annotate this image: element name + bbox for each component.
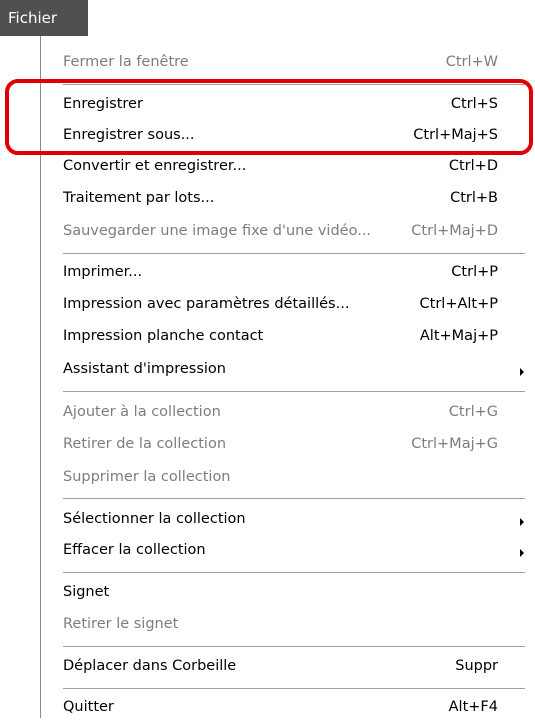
menu-item-shortcut: Ctrl+G (448, 404, 498, 420)
menu-item-label: Assistant d'impression (63, 361, 226, 377)
menu-item-shortcut: Ctrl+Maj+G (411, 436, 498, 452)
menu-separator (63, 688, 525, 689)
menu-item-shortcut: Ctrl+D (448, 158, 498, 174)
menu-item-selectionner-la-collection[interactable]: Sélectionner la collection (41, 505, 534, 536)
menu-item-label: Quitter (63, 699, 114, 715)
menu-item-label: Sauvegarder une image fixe d'une vidéo..… (63, 223, 372, 239)
menu-item-retirer-le-signet[interactable]: Retirer le signet (41, 610, 534, 641)
menu-item-traitement-par-lots[interactable]: Traitement par lots... Ctrl+B (41, 184, 534, 215)
menu-item-label: Ajouter à la collection (63, 404, 221, 420)
menu-separator (63, 572, 525, 573)
menu-item-label: Effacer la collection (63, 542, 206, 558)
menu-item-shortcut: Suppr (455, 658, 498, 674)
menu-item-quitter[interactable]: Quitter Alt+F4 (41, 693, 534, 724)
submenu-arrow-icon (520, 518, 524, 526)
menu-item-shortcut: Ctrl+W (445, 54, 498, 70)
menu-separator (63, 646, 525, 647)
menu-item-shortcut: Alt+F4 (448, 699, 498, 715)
menu-item-label: Supprimer la collection (63, 469, 231, 485)
menu-item-enregistrer[interactable]: Enregistrer Ctrl+S (41, 90, 534, 121)
menu-item-imprimer[interactable]: Imprimer... Ctrl+P (41, 258, 534, 289)
menu-item-label: Signet (63, 584, 110, 600)
menu-item-ajouter-a-la-collection[interactable]: Ajouter à la collection Ctrl+G (41, 398, 534, 429)
menu-item-deplacer-dans-corbeille[interactable]: Déplacer dans Corbeille Suppr (41, 652, 534, 683)
submenu-arrow-icon (520, 368, 524, 376)
menu-item-retirer-de-la-collection[interactable]: Retirer de la collection Ctrl+Maj+G (41, 430, 534, 461)
menu-item-label: Traitement par lots... (63, 190, 215, 206)
menu-item-assistant-impression[interactable]: Assistant d'impression (41, 355, 534, 386)
menu-item-effacer-la-collection[interactable]: Effacer la collection (41, 536, 534, 567)
menu-item-sauvegarder-image-fixe[interactable]: Sauvegarder une image fixe d'une vidéo..… (41, 217, 534, 248)
menu-item-impression-planche-contact[interactable]: Impression planche contact Alt+Maj+P (41, 322, 534, 353)
menu-item-shortcut: Ctrl+S (450, 96, 498, 112)
menu-separator (63, 498, 525, 499)
menu-item-shortcut: Ctrl+Alt+P (419, 296, 498, 312)
menu-item-label: Convertir et enregistrer... (63, 158, 247, 174)
menu-item-label: Impression planche contact (63, 328, 264, 344)
menu-item-enregistrer-sous[interactable]: Enregistrer sous... Ctrl+Maj+S (41, 121, 534, 152)
menu-item-shortcut: Ctrl+Maj+S (413, 127, 498, 143)
menu-separator (63, 84, 525, 85)
menu-item-impression-parametres-detailles[interactable]: Impression avec paramètres détaillés... … (41, 290, 534, 321)
menu-item-label: Enregistrer sous... (63, 127, 195, 143)
fichier-dropdown-menu: Fermer la fenêtre Ctrl+W Enregistrer Ctr… (40, 36, 535, 718)
menu-separator (63, 253, 525, 254)
menu-item-shortcut: Ctrl+P (451, 264, 498, 280)
menu-item-signet[interactable]: Signet (41, 578, 534, 609)
menu-item-shortcut: Ctrl+B (450, 190, 498, 206)
menu-item-convertir-et-enregistrer[interactable]: Convertir et enregistrer... Ctrl+D (41, 152, 534, 183)
menu-item-label: Sélectionner la collection (63, 511, 246, 527)
menu-item-fermer-la-fenetre[interactable]: Fermer la fenêtre Ctrl+W (41, 48, 534, 79)
menu-item-label: Fermer la fenêtre (63, 54, 189, 70)
menu-item-shortcut: Ctrl+Maj+D (411, 223, 498, 239)
menu-item-label: Imprimer... (63, 264, 143, 280)
menu-item-shortcut: Alt+Maj+P (419, 328, 498, 344)
menu-item-label: Impression avec paramètres détaillés... (63, 296, 350, 312)
menu-fichier-tab[interactable]: Fichier (0, 0, 88, 36)
menu-fichier-label: Fichier (8, 9, 58, 27)
menu-separator (63, 391, 525, 392)
menu-item-label: Retirer de la collection (63, 436, 227, 452)
menu-item-label: Déplacer dans Corbeille (63, 658, 237, 674)
menu-item-supprimer-la-collection[interactable]: Supprimer la collection (41, 463, 534, 494)
submenu-arrow-icon (520, 549, 524, 557)
menu-item-label: Retirer le signet (63, 616, 179, 632)
menu-item-label: Enregistrer (63, 96, 143, 112)
